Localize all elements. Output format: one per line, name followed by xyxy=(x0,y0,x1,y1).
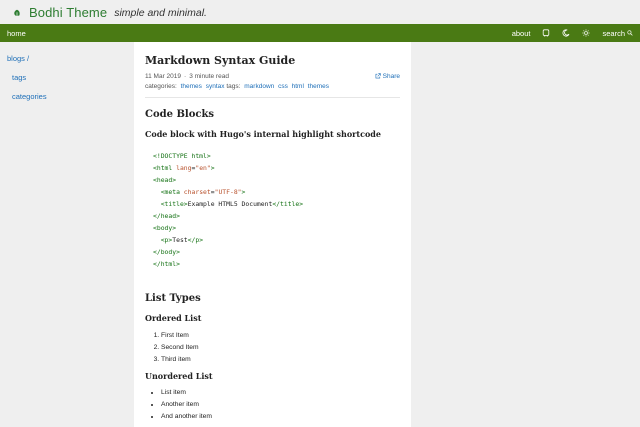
list-item: Third item xyxy=(161,354,400,366)
list-item: First Item xyxy=(161,330,400,342)
heading-list-types: List Types xyxy=(145,293,201,304)
tag-link[interactable]: themes xyxy=(308,83,329,90)
nav-search[interactable]: search xyxy=(602,29,633,38)
search-icon xyxy=(627,30,633,36)
code-line: </body> xyxy=(153,248,180,256)
code-block: <!DOCTYPE html> <html lang="en"> <head> <m… xyxy=(145,150,400,270)
heading-ordered-list: Ordered List xyxy=(145,313,202,323)
ordered-list: First Item Second Item Third item xyxy=(145,330,400,366)
meta-divider xyxy=(145,97,400,98)
list-item: Another item xyxy=(161,399,400,411)
code-line: <meta charset="UTF-8"> xyxy=(160,188,246,196)
sidebar-item-blogs[interactable]: blogs / xyxy=(7,54,29,63)
code-line: </head> xyxy=(153,212,180,220)
category-link[interactable]: syntax xyxy=(206,83,225,90)
heading-unordered-list: Unordered List xyxy=(145,371,213,381)
post-title: Markdown Syntax Guide xyxy=(145,54,296,67)
github-icon[interactable] xyxy=(542,29,550,37)
list-item: List item xyxy=(161,387,400,399)
post-article: Markdown Syntax Guide 11 Mar 2019 · 3 mi… xyxy=(134,53,411,423)
sun-icon[interactable] xyxy=(582,29,591,37)
code-line: </html> xyxy=(153,260,180,268)
heading-code-blocks: Code Blocks xyxy=(145,109,215,120)
site-tagline: simple and minimal. xyxy=(114,6,207,19)
tag-link[interactable]: markdown xyxy=(244,83,274,90)
post-meta: 11 Mar 2019 · 3 minute read Share xyxy=(145,71,400,81)
code-line: <p>Test</p> xyxy=(160,236,204,244)
nav-about-link[interactable]: about xyxy=(512,29,531,38)
moon-icon[interactable] xyxy=(562,29,570,37)
list-item: And another item xyxy=(161,411,400,423)
tag-link[interactable]: html xyxy=(292,83,304,90)
reading-time: 3 minute read xyxy=(189,72,229,80)
nav-search-label: search xyxy=(602,28,625,38)
categories-label: categories: xyxy=(145,83,177,90)
meta-separator: · xyxy=(184,72,187,80)
main-content: Markdown Syntax Guide 11 Mar 2019 · 3 mi… xyxy=(134,42,411,427)
code-line: <!DOCTYPE html> xyxy=(153,152,211,160)
category-link[interactable]: themes xyxy=(181,83,202,90)
share-button[interactable]: Share xyxy=(375,73,400,80)
site-title[interactable]: Bodhi Theme xyxy=(29,5,107,20)
code-line: <title>Example HTML5 Document</title> xyxy=(160,200,304,208)
code-line: <html lang="en"> xyxy=(153,164,215,172)
code-line: <head> xyxy=(153,176,177,184)
share-label: Share xyxy=(382,72,400,80)
tags-label: tags: xyxy=(226,83,241,90)
share-icon xyxy=(375,73,381,79)
nav-right-group: about search xyxy=(512,29,633,38)
code-line: <body> xyxy=(153,224,177,232)
top-navbar: home about search xyxy=(0,24,640,42)
heading-code-caption: Code block with Hugo's internal highligh… xyxy=(145,129,381,139)
leaf-icon xyxy=(14,9,20,16)
sidebar-item-categories[interactable]: categories xyxy=(12,92,47,101)
tag-link[interactable]: css xyxy=(278,83,288,90)
site-header: Bodhi Theme simple and minimal. xyxy=(0,0,640,24)
sidebar-item-tags[interactable]: tags xyxy=(12,73,26,82)
unordered-list: List item Another item And another item xyxy=(145,387,400,423)
post-date: 11 Mar 2019 xyxy=(145,72,182,80)
nav-home-link[interactable]: home xyxy=(7,29,26,38)
list-item: Second Item xyxy=(161,342,400,354)
post-taxonomy: categories: themes syntax tags: markdown… xyxy=(145,83,400,93)
